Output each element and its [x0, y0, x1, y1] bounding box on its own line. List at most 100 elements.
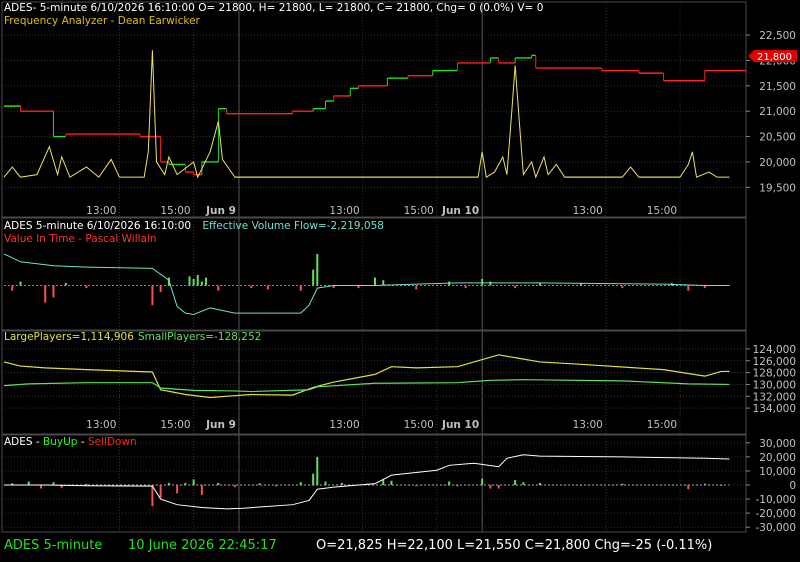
- buyup-selldown-bar-2: [40, 485, 43, 489]
- value-in-time-bar-27: [481, 278, 484, 286]
- value-in-time-bar-4: [64, 282, 67, 286]
- buyup-selldown-bar-34: [538, 482, 541, 485]
- buyup-selldown-bar-1: [27, 481, 30, 485]
- value-in-time-bar-7: [159, 285, 162, 293]
- buyup-ytick-6: -30,000: [755, 522, 796, 534]
- value-in-time-bar-34: [687, 285, 690, 291]
- players-xtick-6: 13:00: [573, 419, 603, 431]
- price-ytick-4: 20,500: [759, 132, 796, 144]
- buyup-selldown-bar-12: [192, 479, 195, 485]
- value-in-time-bar-1: [19, 281, 22, 286]
- value-in-time-bar-16: [266, 285, 269, 290]
- players-xtick-7: 15:00: [647, 419, 677, 431]
- price-panel-header: ADES- 5-minute 6/10/2026 16:10:00 O= 218…: [4, 2, 543, 14]
- value-in-time-bar-26: [464, 285, 467, 289]
- buyup-selldown-bar-37: [687, 485, 690, 490]
- players-ytick-5: 134,000: [753, 403, 796, 415]
- value-in-time-bar-2: [44, 285, 47, 303]
- players-ytick-4: 132,000: [753, 391, 796, 403]
- buyup-selldown-bar-3: [52, 482, 55, 485]
- buyup-selldown-bar-18: [299, 482, 302, 485]
- status-symbol: ADES 5-minute: [4, 538, 102, 553]
- value-in-time-bar-18: [312, 269, 315, 286]
- volume-flow-header: ADES 5-minute 6/10/2026 16:10:00 Effecti…: [4, 220, 384, 232]
- value-in-time-bar-11: [196, 274, 199, 286]
- buyup-ytick-5: -20,000: [755, 508, 796, 520]
- value-in-time-bar-5: [85, 285, 88, 289]
- buyup-ytick-1: 20,000: [759, 452, 796, 464]
- last-price-badge: 21,800: [748, 50, 797, 63]
- players-ytick-0: 124,000: [753, 344, 796, 356]
- value-in-time-bar-28: [489, 281, 492, 286]
- value-in-time-bar-10: [192, 278, 195, 286]
- buyup-ytick-4: -10,000: [755, 494, 796, 506]
- buyup-selldown-bar-10: [176, 485, 179, 494]
- value-in-time-bar-0: [11, 285, 14, 291]
- value-in-time-bar-13: [204, 277, 207, 286]
- buyup-selldown-bar-22: [341, 482, 344, 485]
- buyup-cumulative-line: [4, 454, 730, 510]
- value-in-time-bar-22: [374, 277, 376, 286]
- status-bar: ADES 5-minute 10 June 2026 22:45:17 O=21…: [4, 538, 712, 553]
- selldown-label: SellDown: [88, 436, 137, 448]
- buyup-selldown-bar-38: [703, 483, 706, 485]
- panel-frame-1: [1, 1, 747, 218]
- buyup-selldown-bar-36: [621, 483, 624, 485]
- buyup-selldown-bar-31: [497, 485, 500, 489]
- buyup-selldown-bar-13: [200, 485, 203, 495]
- buyup-selldown-bar-29: [481, 478, 484, 485]
- buyup-ytick-3: 0: [789, 480, 796, 492]
- frequency-analyzer-line: [3, 50, 730, 179]
- small-players-line: [3, 379, 730, 393]
- buyup-selldown-bar-5: [85, 483, 88, 485]
- players-xtick-3: 13:00: [329, 419, 359, 431]
- buyup-selldown-bar-30: [489, 485, 492, 489]
- frequency-analyzer-label: Frequency Analyzer - Dean Earwicker: [4, 15, 201, 27]
- buyup-selldown-bar-16: [258, 483, 261, 485]
- buyup-selldown-bar-14: [217, 482, 220, 485]
- players-ytick-1: 126,000: [753, 356, 796, 368]
- buyup-ytick-0: 30,000: [759, 438, 796, 450]
- status-ohlc: O=21,825 H=22,100 L=21,550 C=21,800 Chg=…: [316, 538, 712, 553]
- value-in-time-bar-32: [621, 285, 624, 289]
- effective-volume-flow-label: Effective Volume Flow=-2,219,058: [202, 220, 384, 232]
- value-in-time-bar-19: [316, 253, 319, 286]
- buyup-selldown-bar-25: [390, 480, 393, 485]
- effective-volume-flow-line: [3, 253, 730, 315]
- buyup-selldown-legend: ADES - BuyUp - SellDown: [4, 436, 137, 448]
- buyup-ytick-2: 10,000: [759, 466, 796, 478]
- buyup-label: BuyUp: [43, 436, 78, 448]
- grid-layer: [1, 1, 747, 533]
- price-ytick-5: 20,000: [759, 157, 796, 169]
- value-in-time-bar-23: [382, 280, 385, 286]
- players-ytick-2: 128,000: [753, 368, 796, 380]
- price-xtick-3: 13:00: [329, 205, 359, 217]
- buyup-selldown-bar-33: [522, 482, 525, 485]
- last-price-badge-text: 21,800: [757, 52, 792, 63]
- chart-window: 13:00 15:00 Jun 9 13:00 15:00 Jun 10 13:00 15:0…: [0, 0, 800, 562]
- buyup-selldown-symbol: ADES -: [4, 436, 43, 448]
- value-in-time-bar-14: [217, 285, 220, 291]
- buyup-selldown-bar-21: [324, 481, 327, 485]
- price-ytick-3: 21,000: [759, 106, 796, 118]
- value-in-time-bar-24: [415, 285, 418, 290]
- small-players-label: SmallPlayers=-128,252: [138, 331, 261, 343]
- price-xtick-1: 15:00: [160, 205, 190, 217]
- price-xtick-6: 13:00: [573, 205, 603, 217]
- buyup-selldown-bar-20: [316, 456, 319, 485]
- buyup-selldown-bar-15: [233, 485, 236, 488]
- price-xtick-5: Jun 10: [441, 205, 479, 217]
- buyup-selldown-bar-17: [275, 485, 278, 487]
- value-in-time-bar-12: [200, 281, 203, 286]
- price-ytick-2: 21,500: [759, 81, 796, 93]
- price-xtick-2: Jun 9: [205, 205, 236, 217]
- value-in-time-bar-29: [514, 285, 517, 289]
- buyup-selldown-bar-19: [312, 473, 315, 485]
- buyup-selldown-bar-11: [184, 482, 187, 485]
- value-in-time-bar-15: [250, 285, 253, 289]
- players-xtick-2: Jun 9: [205, 419, 236, 431]
- players-xtick-1: 15:00: [160, 419, 190, 431]
- value-in-time-bar-3: [52, 285, 55, 298]
- value-in-time-bar-17: [299, 285, 302, 291]
- legend-dash: -: [81, 436, 85, 448]
